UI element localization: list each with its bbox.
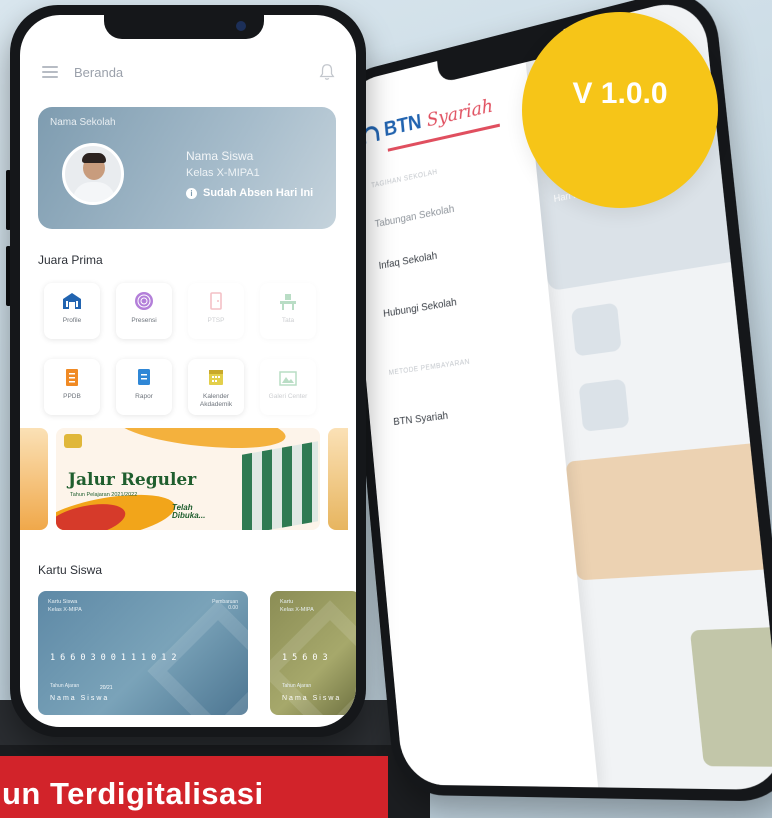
- background-banner: [566, 441, 772, 580]
- banner-subtitle: Tahun Pelajaran 2021/2022: [70, 492, 137, 498]
- student-id-card[interactable]: Kartu Kelas X-MIPA 15603 Tahun Ajaran Na…: [270, 591, 356, 715]
- menu-tile-presensi[interactable]: Presensi: [116, 283, 172, 339]
- menu-tile-kalender[interactable]: Kalender Akdademik: [188, 359, 244, 415]
- menu-icon[interactable]: [42, 66, 58, 78]
- background-card: [690, 626, 772, 767]
- student-class: Kelas X-MIPA1: [186, 167, 260, 179]
- drawer-item-tabungan[interactable]: Tabungan Sekolah: [374, 203, 455, 231]
- menu-tile-label: Kalender Akdademik: [188, 393, 244, 409]
- clipboard-icon: [61, 367, 83, 387]
- menu-tile-label: PTSP: [208, 317, 225, 325]
- logo-text-btn: BTN: [383, 111, 422, 143]
- info-icon: i: [186, 188, 197, 199]
- drawer-item-btn-syariah[interactable]: BTN Syariah: [393, 409, 449, 428]
- school-building-icon: [61, 291, 83, 311]
- drawer-method-caption: METODE PEMBAYARAN: [389, 358, 471, 376]
- card-class: Kelas X-MIPA: [48, 607, 82, 613]
- attendance-status-text: Sudah Absen Hari Ini: [203, 187, 313, 199]
- banner-title: Jalur Reguler: [68, 470, 196, 490]
- desk-icon: [277, 291, 299, 311]
- primary-phone-screen: Beranda Nama Sekolah Nama Siswa Kelas X-…: [20, 15, 356, 727]
- menu-tile-label: Presensi: [131, 317, 156, 325]
- school-building-illustration: [242, 441, 318, 530]
- card-year-label: Tahun Ajaran: [282, 683, 311, 689]
- menu-tile-label: Profile: [63, 317, 81, 325]
- avatar: [62, 143, 124, 205]
- version-badge: V 1.0.0: [522, 12, 718, 208]
- menu-tile-rapor[interactable]: Rapor: [116, 359, 172, 415]
- carousel-next-slide[interactable]: [328, 428, 348, 530]
- gallery-icon: [277, 367, 299, 387]
- menu-tile-ppdb[interactable]: PPDB: [44, 359, 100, 415]
- cards-section-title: Kartu Siswa: [38, 563, 102, 577]
- card-right-info: Pembaruan 0.00: [212, 599, 238, 611]
- promo-banner-jalur-reguler[interactable]: Jalur Reguler Tahun Pelajaran 2021/2022 …: [56, 428, 320, 530]
- menu-tile-label: Rapor: [135, 393, 153, 401]
- card-class: Kelas X-MIPA: [280, 607, 314, 613]
- menu-tile-label: Tata: [282, 317, 294, 325]
- menu-grid: Profile Presensi PTSP Tata PPDB Rapor Ka…: [44, 283, 324, 415]
- promo-headline: un Terdigitalisasi: [0, 756, 388, 818]
- drawer-section-caption: TAGIHAN SEKOLAH: [371, 169, 438, 190]
- background-tile: [579, 379, 630, 432]
- primary-phone-notch: [104, 15, 264, 39]
- fingerprint-icon: [133, 291, 155, 311]
- door-icon: [205, 291, 227, 311]
- card-holder-name: Nama Siswa: [282, 695, 341, 702]
- card-title: Kartu Siswa: [48, 599, 77, 605]
- student-id-card[interactable]: Kartu Siswa Kelas X-MIPA Pembaruan 0.00 …: [38, 591, 248, 715]
- card-holder-name: Nama Siswa: [50, 695, 109, 702]
- menu-tile-label: Galeri Center: [269, 393, 308, 401]
- card-number: 1660300111012: [50, 653, 182, 663]
- camera-icon: [236, 21, 246, 31]
- primary-phone: Beranda Nama Sekolah Nama Siswa Kelas X-…: [10, 5, 366, 737]
- menu-section-title: Juara Prima: [38, 253, 103, 267]
- ministry-logo-icon: [64, 434, 82, 448]
- attendance-status: i Sudah Absen Hari Ini: [186, 187, 313, 199]
- carousel-prev-slide[interactable]: [20, 428, 48, 530]
- marketing-stage: Hari Ini BTN Syariah TAGIHAN SEKOLAH Tab…: [0, 0, 772, 818]
- menu-tile-ptsp[interactable]: PTSP: [188, 283, 244, 339]
- card-year-label: Tahun Ajaran: [50, 683, 79, 689]
- drawer-item-hubungi[interactable]: Hubungi Sekolah: [383, 296, 458, 320]
- card-number: 15603: [282, 653, 333, 663]
- school-name: Nama Sekolah: [50, 117, 116, 128]
- card-title: Kartu: [280, 599, 293, 605]
- calendar-icon: [205, 367, 227, 387]
- background-tile: [571, 302, 622, 356]
- app-header: Beranda: [42, 61, 336, 83]
- book-icon: [133, 367, 155, 387]
- card-year: 20/21: [100, 685, 113, 691]
- menu-tile-label: PPDB: [63, 393, 81, 401]
- bell-icon[interactable]: [318, 63, 336, 81]
- student-profile-card[interactable]: Nama Sekolah Nama Siswa Kelas X-MIPA1 i …: [38, 107, 336, 229]
- menu-tile-profile[interactable]: Profile: [44, 283, 100, 339]
- drawer-item-infaq[interactable]: Infaq Sekolah: [378, 249, 438, 272]
- banner-tagline: Telah Dibuka...: [172, 504, 205, 521]
- menu-tile-galeri[interactable]: Galeri Center: [260, 359, 316, 415]
- student-name: Nama Siswa: [186, 149, 253, 163]
- page-title: Beranda: [74, 65, 123, 80]
- menu-tile-tata[interactable]: Tata: [260, 283, 316, 339]
